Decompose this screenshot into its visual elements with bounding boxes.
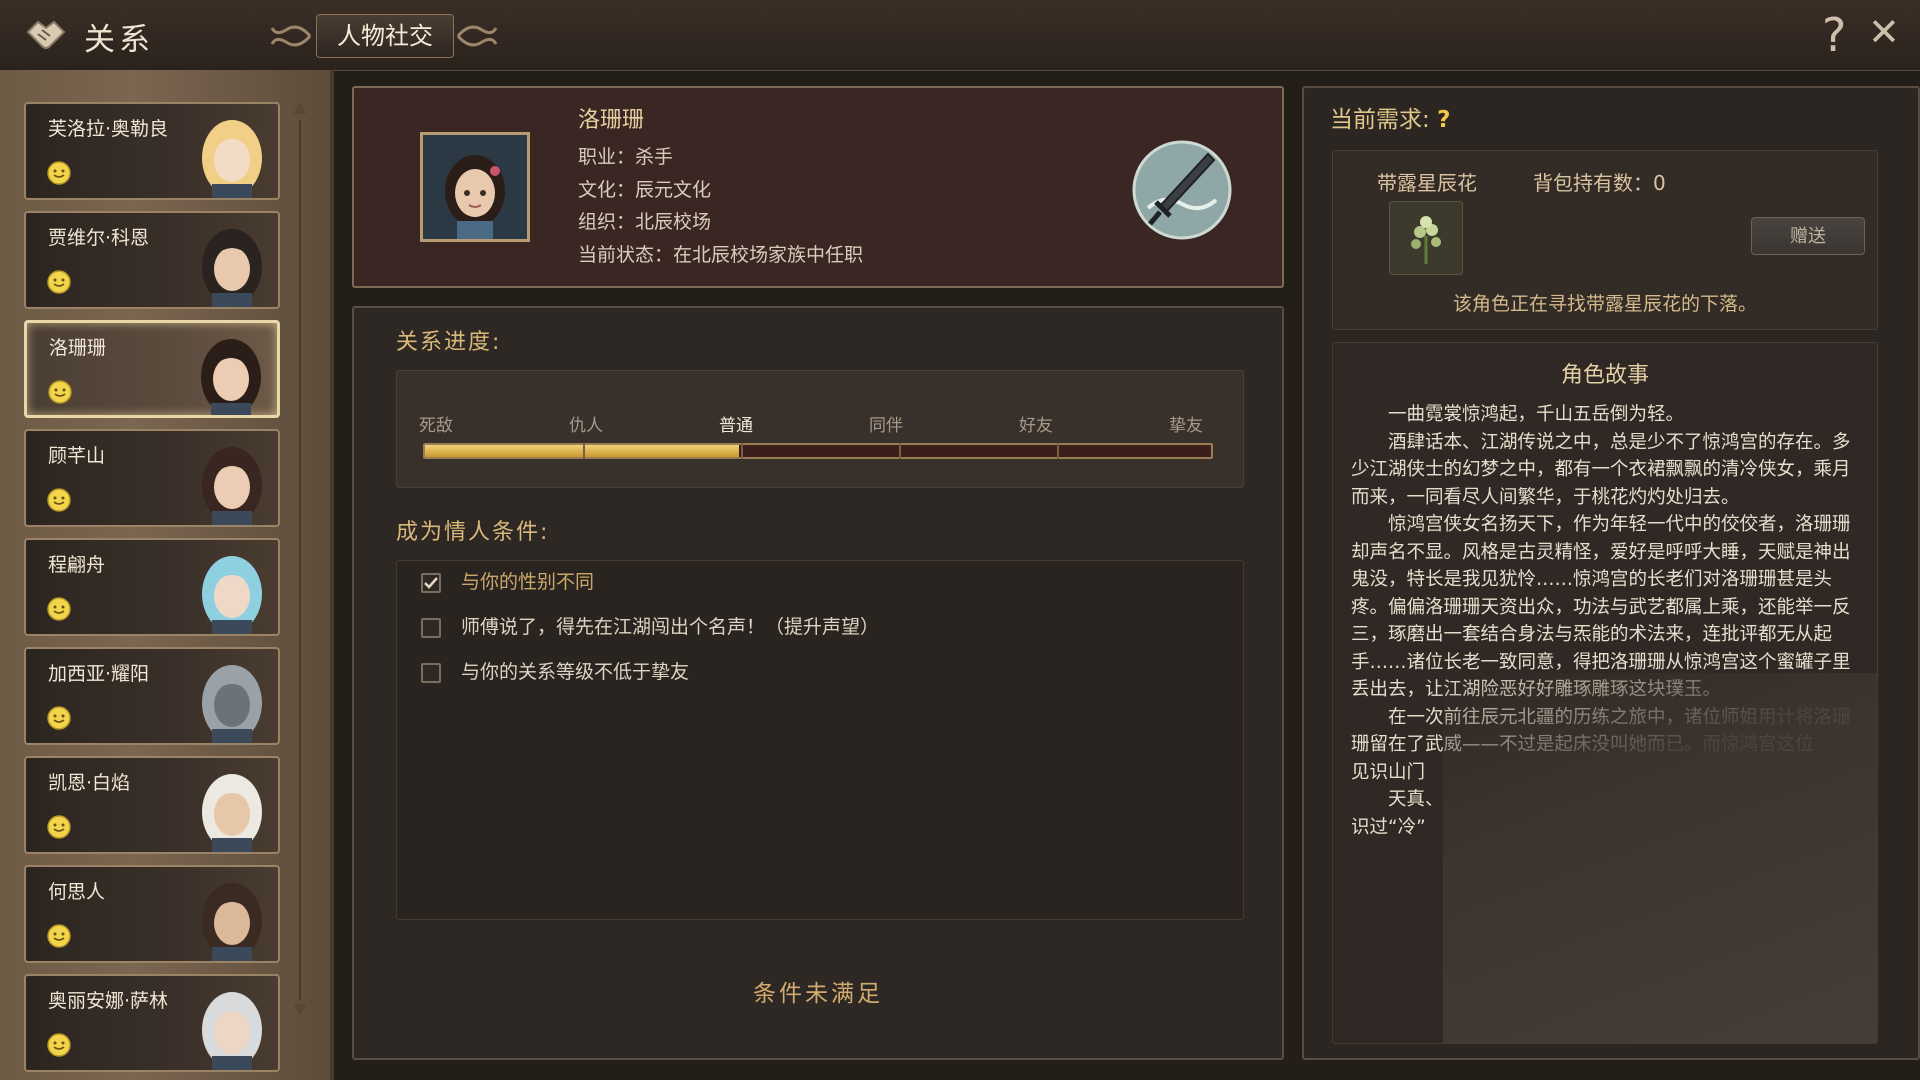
- close-icon[interactable]: ✕: [1868, 10, 1900, 54]
- relationship-progress: 死敌 仇人 普通 同伴 好友 挚友: [396, 370, 1244, 488]
- character-card-name: 加西亚·耀阳: [48, 663, 150, 685]
- character-card[interactable]: 奥丽安娜·萨林: [24, 974, 280, 1072]
- smile-icon: [47, 488, 71, 512]
- character-card-name: 洛珊珊: [49, 337, 107, 359]
- checkbox-checked-icon: [421, 573, 441, 593]
- character-portrait-icon: [202, 992, 262, 1070]
- smile-icon: [47, 597, 71, 621]
- condition-text: 师傅说了，得先在江湖闯出个名声！（提升声望）: [461, 616, 880, 638]
- character-portrait: [420, 132, 530, 242]
- character-card[interactable]: 贾维尔·科恩: [24, 211, 280, 309]
- character-card[interactable]: 何思人: [24, 865, 280, 963]
- smile-icon: [47, 815, 71, 839]
- relationship-level-label: 仇人: [569, 416, 603, 436]
- character-card-name: 芙洛拉·奥勒良: [48, 118, 169, 140]
- character-story: 角色故事 一曲霓裳惊鸿起，千山五岳倒为轻。酒肆话本、江湖传说之中，总是少不了惊鸿…: [1332, 342, 1878, 1044]
- character-list-panel: 芙洛拉·奥勒良 贾维尔·科恩 洛珊珊顾芊山程翩舟加西亚·耀阳 凯恩·白焰何思人奥丽安娜…: [0, 70, 334, 1080]
- flower-item-icon[interactable]: [1389, 201, 1463, 275]
- smile-icon: [47, 270, 71, 294]
- character-job: 职业：杀手: [578, 146, 674, 168]
- demand-title: 当前需求: ?: [1330, 107, 1451, 133]
- character-card-name: 奥丽安娜·萨林: [48, 990, 169, 1012]
- section-title: 关系: [84, 22, 154, 58]
- character-card[interactable]: 芙洛拉·奥勒良: [24, 102, 280, 200]
- demand-item-name: 带露星辰花: [1377, 171, 1477, 195]
- tab-label: 人物社交: [316, 14, 454, 58]
- demand-box: 带露星辰花 背包持有数：0 赠送 该角色正在寻找带露星辰花的下落。: [1332, 150, 1878, 330]
- sword-emblem-icon: [1132, 140, 1232, 240]
- checkbox-empty-icon: [421, 663, 441, 683]
- smile-icon: [47, 924, 71, 948]
- progress-tick: [741, 443, 743, 459]
- help-icon[interactable]: ?: [1822, 8, 1846, 62]
- lover-conditions-title: 成为情人条件:: [396, 520, 550, 545]
- progress-tick: [1057, 443, 1059, 459]
- lover-conditions-list: 与你的性别不同师傅说了，得先在江湖闯出个名声！（提升声望） 与你的关系等级不低于挚…: [396, 560, 1244, 920]
- smile-icon: [48, 380, 72, 404]
- character-portrait-icon: [202, 447, 262, 525]
- story-glare-overlay: [1443, 673, 1877, 1043]
- character-card-name: 何思人: [48, 881, 106, 903]
- checkbox-empty-icon: [421, 618, 441, 638]
- progress-tick: [899, 443, 901, 459]
- right-panel: 当前需求: ? 带露星辰花 背包持有数：0 赠送 该角色正在寻找带露星辰花的下落…: [1302, 86, 1920, 1060]
- character-culture: 文化：辰元文化: [578, 179, 712, 201]
- character-card[interactable]: 程翩舟: [24, 538, 280, 636]
- relationship-progress-bar: [423, 443, 1213, 459]
- smile-icon: [47, 161, 71, 185]
- relationship-level-label: 挚友: [1169, 416, 1203, 436]
- demand-description: 该角色正在寻找带露星辰花的下落。: [1452, 293, 1757, 315]
- story-paragraph: 一曲霓裳惊鸿起，千山五岳倒为轻。: [1388, 404, 1685, 425]
- character-list: 芙洛拉·奥勒良 贾维尔·科恩 洛珊珊顾芊山程翩舟加西亚·耀阳 凯恩·白焰何思人奥丽安娜…: [24, 102, 282, 1080]
- character-portrait-icon: [202, 120, 262, 198]
- character-card[interactable]: 洛珊珊: [24, 320, 280, 418]
- profile-panel: 洛珊珊 职业：杀手 文化：辰元文化 组织：北辰校场 当前状态：在北辰校场家族中任…: [352, 86, 1284, 288]
- character-card[interactable]: 加西亚·耀阳: [24, 647, 280, 745]
- character-organization: 组织：北辰校场: [578, 211, 712, 233]
- character-card[interactable]: 凯恩·白焰: [24, 756, 280, 854]
- condition-text: 与你的关系等级不低于挚友: [461, 661, 690, 683]
- portrait-icon: [423, 135, 527, 239]
- ornament-right-icon: [456, 25, 498, 47]
- character-status: 当前状态：在北辰校场家族中任职: [578, 244, 864, 266]
- character-card-name: 程翩舟: [48, 554, 106, 576]
- ornament-left-icon: [270, 25, 312, 47]
- character-card[interactable]: 顾芊山: [24, 429, 280, 527]
- relationship-level-label: 好友: [1019, 416, 1053, 436]
- smile-icon: [47, 706, 71, 730]
- relationship-level-label: 同伴: [869, 416, 903, 436]
- character-portrait-icon: [202, 665, 262, 743]
- character-portrait-icon: [202, 229, 262, 307]
- relationship-level-label: 死敌: [419, 416, 453, 436]
- top-bar: 关系 人物社交 ? ✕: [0, 0, 1920, 71]
- conditions-status: 条件未满足: [753, 981, 883, 1007]
- character-portrait-icon: [202, 883, 262, 961]
- character-portrait-icon: [201, 339, 261, 415]
- relationship-level-label: 普通: [719, 416, 753, 436]
- character-name: 洛珊珊: [578, 108, 645, 133]
- question-mark-icon: ?: [1437, 107, 1451, 133]
- character-card-name: 贾维尔·科恩: [48, 227, 150, 249]
- scroll-down-icon[interactable]: [291, 1000, 309, 1018]
- scrollbar[interactable]: [293, 100, 307, 1020]
- bag-count: 背包持有数：0: [1533, 171, 1666, 195]
- story-paragraph: 酒肆话本、江湖传说之中，总是少不了惊鸿宫的存在。多少江湖侠士的幻梦之中，都有一个…: [1351, 431, 1851, 508]
- smile-icon: [47, 1033, 71, 1057]
- handshake-icon: [26, 20, 66, 49]
- character-portrait-icon: [202, 556, 262, 634]
- character-card-name: 凯恩·白焰: [48, 772, 131, 794]
- scroll-up-icon[interactable]: [291, 100, 309, 118]
- character-card-name: 顾芊山: [48, 445, 106, 467]
- relationship-title: 关系进度:: [396, 330, 502, 355]
- character-portrait-icon: [202, 774, 262, 852]
- tab-character-social[interactable]: 人物社交: [268, 10, 500, 62]
- condition-text: 与你的性别不同: [461, 571, 595, 593]
- relationship-panel: 关系进度: 死敌 仇人 普通 同伴 好友 挚友 成为情人条件: 与你的性别不同师傅说了，得…: [352, 306, 1284, 1060]
- progress-tick: [583, 443, 585, 459]
- gift-button[interactable]: 赠送: [1751, 217, 1865, 255]
- story-title: 角色故事: [1560, 363, 1649, 388]
